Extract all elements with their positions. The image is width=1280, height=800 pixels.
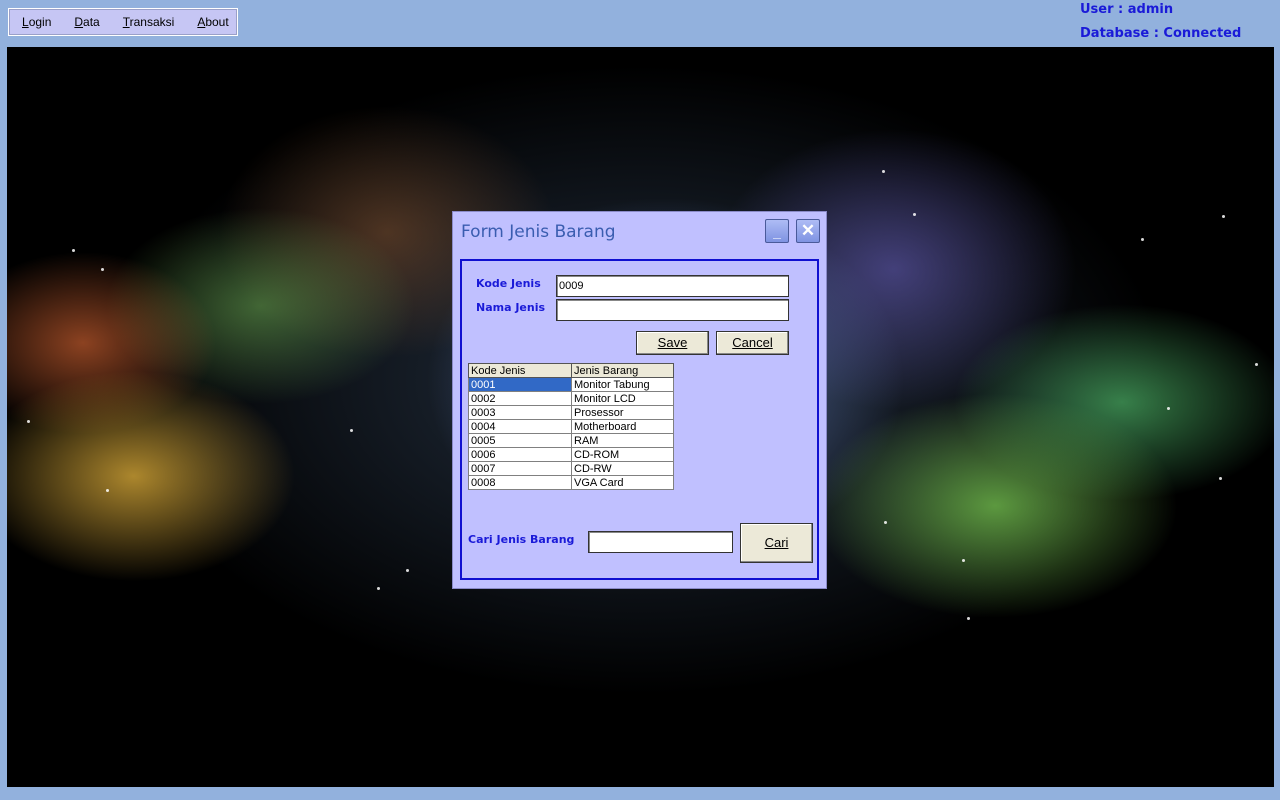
minimize-button[interactable]: _ bbox=[765, 219, 789, 243]
star bbox=[962, 559, 965, 562]
star bbox=[27, 420, 30, 423]
menu-transaksi-label: ransaksi bbox=[129, 15, 175, 29]
star bbox=[913, 213, 916, 216]
star bbox=[1219, 477, 1222, 480]
minimize-icon: _ bbox=[773, 224, 781, 240]
menu-login-mnemonic: L bbox=[22, 15, 29, 29]
menu-data[interactable]: Data bbox=[66, 8, 107, 36]
menu-transaksi[interactable]: Transaksi bbox=[115, 8, 183, 36]
table-row[interactable]: 0004 Motherboard bbox=[468, 419, 674, 434]
star bbox=[1255, 363, 1258, 366]
cell-kode: 0003 bbox=[468, 405, 572, 420]
star bbox=[1141, 238, 1144, 241]
table-row[interactable]: 0001 Monitor Tabung bbox=[468, 377, 674, 392]
table-row[interactable]: 0008 VGA Card bbox=[468, 475, 674, 490]
table-row[interactable]: 0003 Prosessor bbox=[468, 405, 674, 420]
cancel-button[interactable]: Cancel bbox=[716, 331, 789, 355]
star bbox=[101, 268, 104, 271]
star bbox=[72, 249, 75, 252]
cell-jenis: Monitor Tabung bbox=[571, 377, 674, 392]
close-button[interactable]: ✕ bbox=[796, 219, 820, 243]
cell-kode: 0002 bbox=[468, 391, 572, 406]
menu-bar: Login Data Transaksi About bbox=[8, 8, 238, 36]
table-row[interactable]: 0002 Monitor LCD bbox=[468, 391, 674, 406]
cari-jenis-barang-label: Cari Jenis Barang bbox=[468, 533, 575, 546]
cell-jenis: Prosessor bbox=[571, 405, 674, 420]
cell-jenis: CD-RW bbox=[571, 461, 674, 476]
menu-login-label: ogin bbox=[28, 15, 52, 29]
star bbox=[406, 569, 409, 572]
star bbox=[882, 170, 885, 173]
cari-button[interactable]: Cari bbox=[740, 523, 813, 563]
star bbox=[967, 617, 970, 620]
user-status: User : admin bbox=[1080, 2, 1174, 17]
search-input[interactable] bbox=[588, 531, 733, 553]
star bbox=[377, 587, 380, 590]
cell-kode: 0005 bbox=[468, 433, 572, 448]
menu-transaksi-mnemonic: T bbox=[122, 15, 130, 29]
table-row[interactable]: 0007 CD-RW bbox=[468, 461, 674, 476]
table-header-row: Kode Jenis Jenis Barang bbox=[468, 363, 674, 378]
column-header-jenis[interactable]: Jenis Barang bbox=[571, 363, 674, 378]
save-button[interactable]: Save bbox=[636, 331, 709, 355]
nama-jenis-label: Nama Jenis bbox=[476, 301, 546, 314]
cell-jenis: RAM bbox=[571, 433, 674, 448]
kode-jenis-label: Kode Jenis bbox=[476, 277, 541, 290]
close-icon: ✕ bbox=[800, 221, 816, 240]
star bbox=[350, 429, 353, 432]
cell-kode: 0006 bbox=[468, 447, 572, 462]
dialog-title: Form Jenis Barang bbox=[461, 222, 616, 242]
star bbox=[106, 489, 109, 492]
star bbox=[1167, 407, 1170, 410]
database-status: Database : Connected bbox=[1080, 26, 1242, 41]
cell-jenis: Motherboard bbox=[571, 419, 674, 434]
cell-jenis: Monitor LCD bbox=[571, 391, 674, 406]
cell-kode: 0008 bbox=[468, 475, 572, 490]
cell-kode: 0001 bbox=[468, 377, 572, 392]
kode-jenis-input[interactable] bbox=[556, 275, 789, 297]
nama-jenis-input[interactable] bbox=[556, 299, 789, 321]
menu-about-label: bout bbox=[205, 15, 229, 29]
cell-kode: 0007 bbox=[468, 461, 572, 476]
table-row[interactable]: 0005 RAM bbox=[468, 433, 674, 448]
column-header-kode[interactable]: Kode Jenis bbox=[468, 363, 572, 378]
cell-jenis: CD-ROM bbox=[571, 447, 674, 462]
table-row[interactable]: 0006 CD-ROM bbox=[468, 447, 674, 462]
menu-data-mnemonic: D bbox=[74, 15, 84, 29]
jenis-barang-table[interactable]: Kode Jenis Jenis Barang 0001 Monitor Tabu… bbox=[468, 363, 674, 490]
menu-data-label: ata bbox=[83, 15, 100, 29]
cell-jenis: VGA Card bbox=[571, 475, 674, 490]
star bbox=[884, 521, 887, 524]
cell-kode: 0004 bbox=[468, 419, 572, 434]
star bbox=[1222, 215, 1225, 218]
menu-login[interactable]: Login bbox=[14, 8, 59, 36]
menu-about[interactable]: About bbox=[189, 8, 236, 36]
